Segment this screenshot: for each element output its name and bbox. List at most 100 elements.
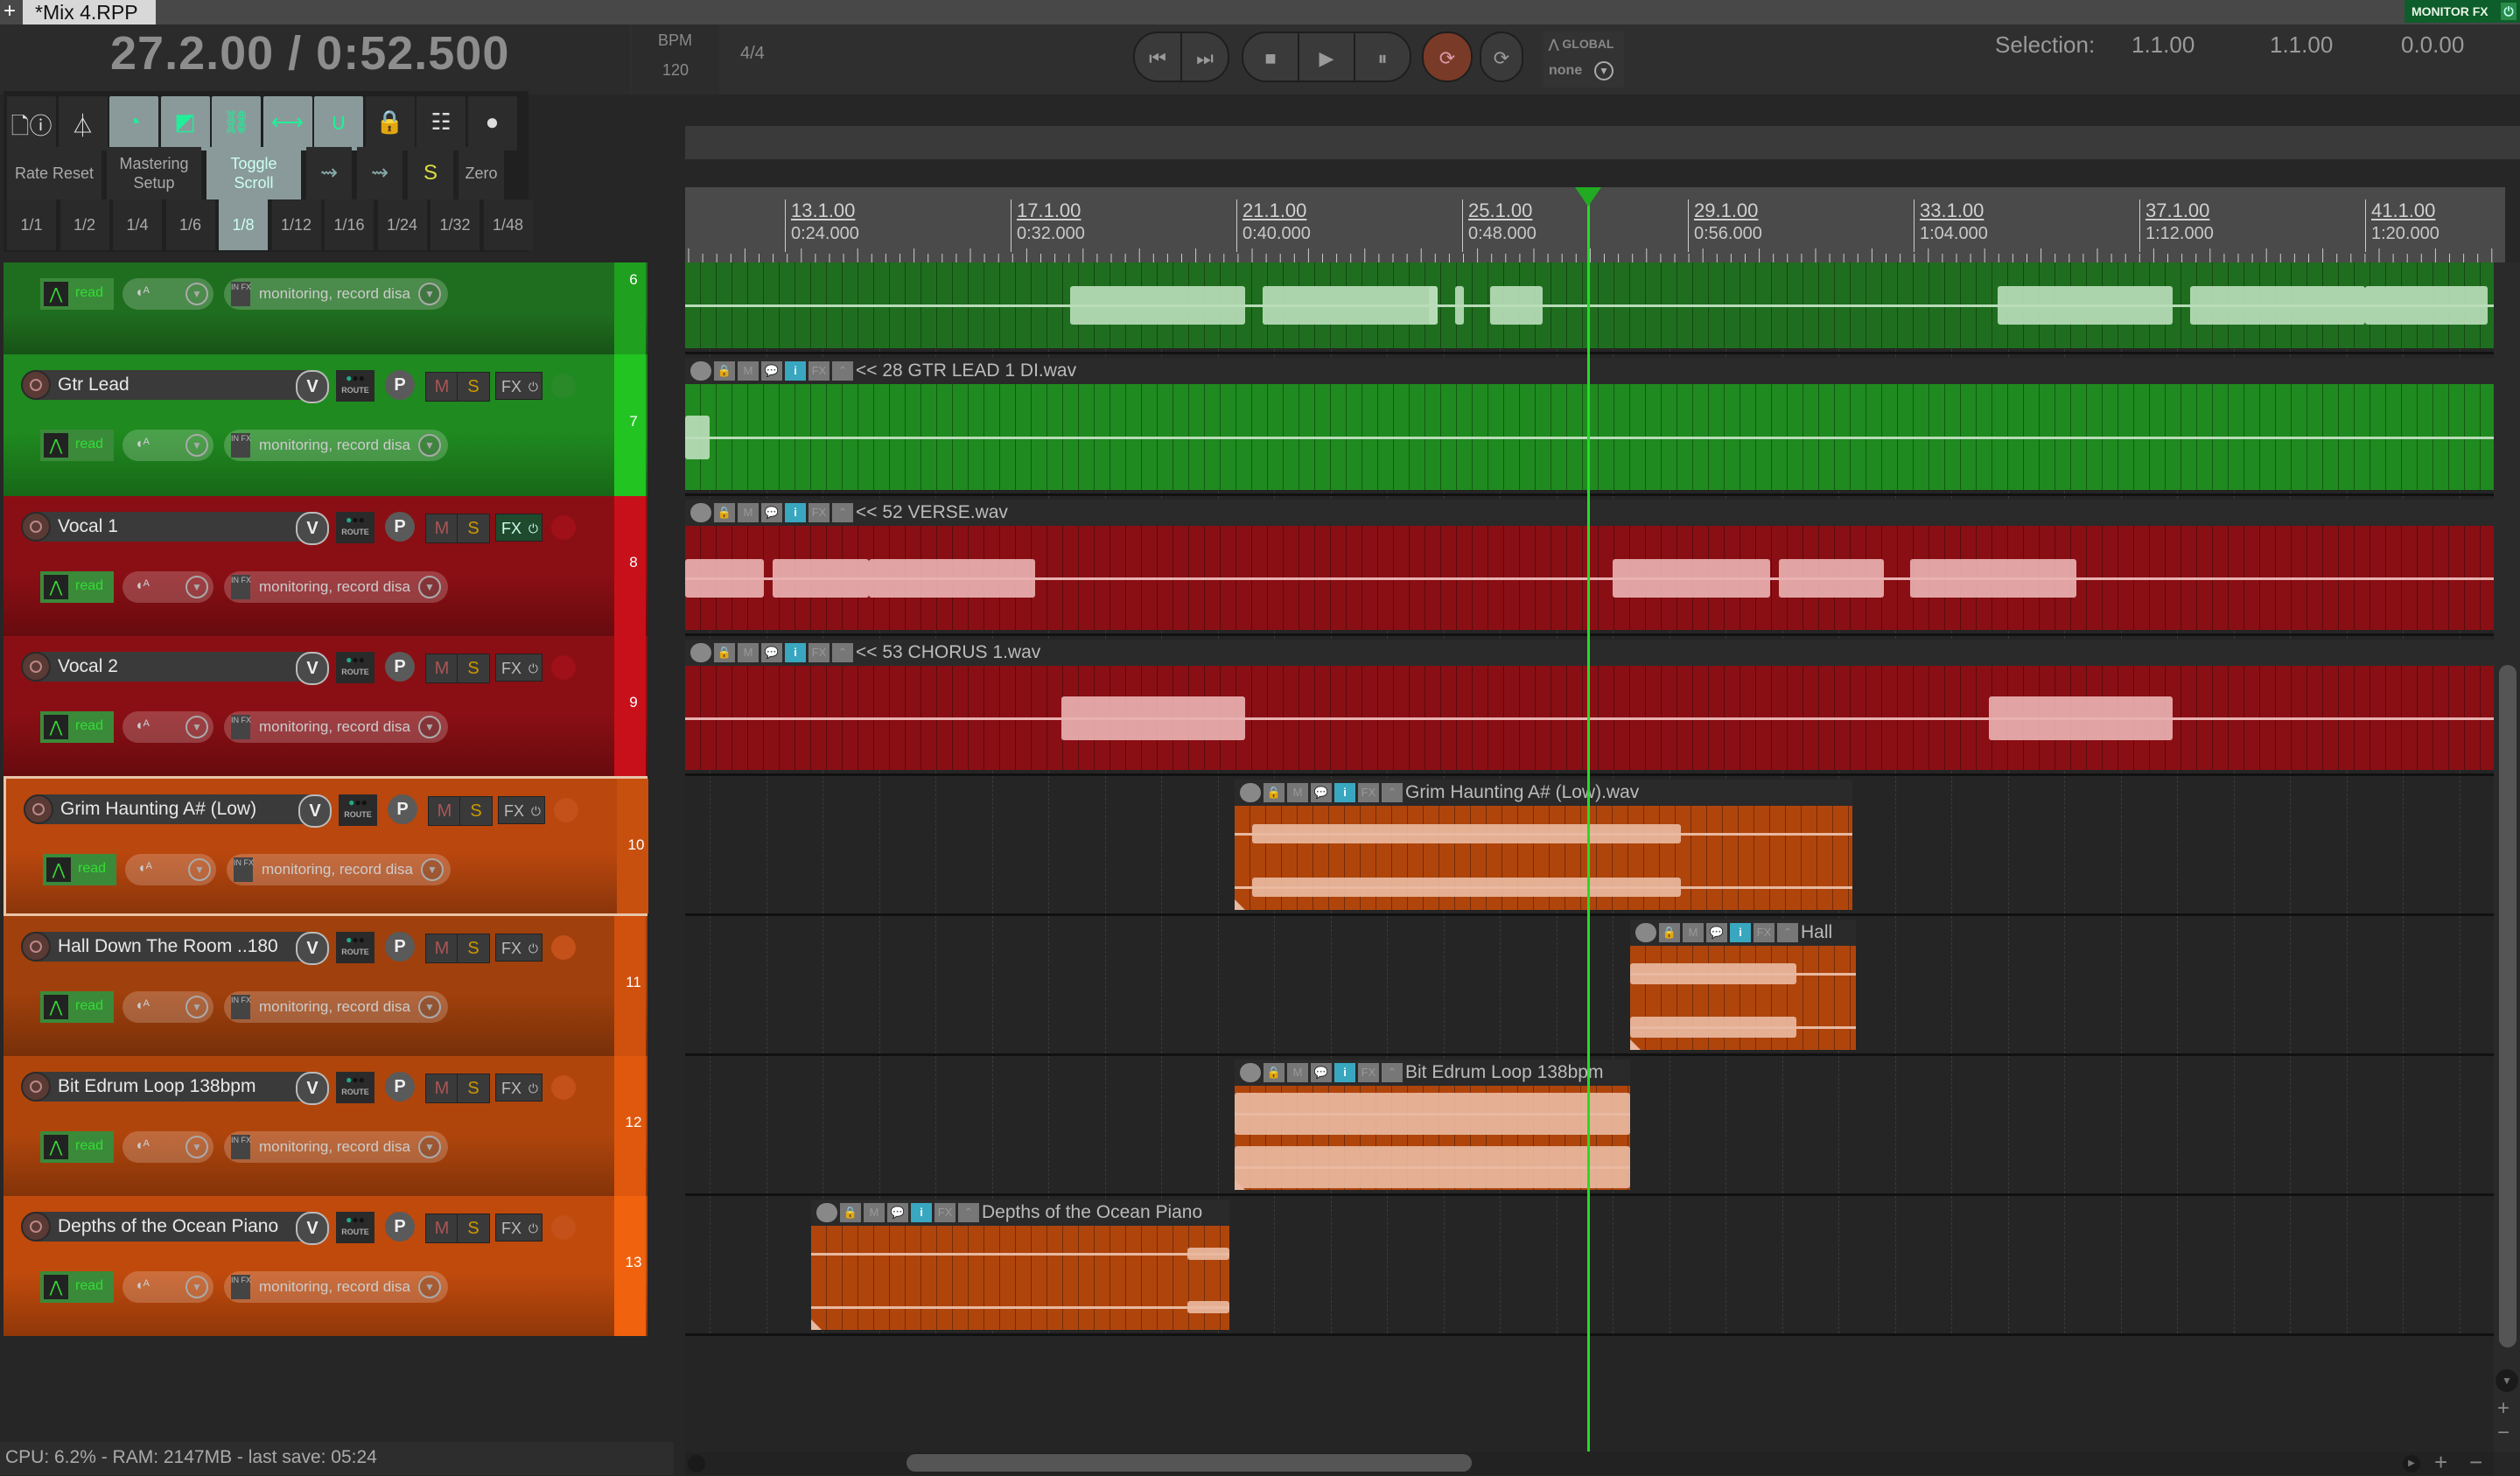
- fx-icon[interactable]: FX: [808, 503, 830, 522]
- route-button[interactable]: ●●● ROUTE: [336, 652, 374, 683]
- record-arm-button[interactable]: [24, 794, 53, 824]
- time-signature[interactable]: 4/4: [740, 44, 765, 64]
- media-item[interactable]: 🔒 M 💬 i FX ⌃ Depths of the Ocean Piano: [811, 1200, 1229, 1330]
- toolbar-button-lock-settings[interactable]: 🔒: [365, 96, 415, 150]
- track-name-field[interactable]: Depths of the Ocean Piano: [21, 1212, 327, 1242]
- item-select-icon[interactable]: [690, 503, 711, 522]
- automation-mode-button[interactable]: ⋀ read: [40, 1271, 114, 1303]
- toolbar-button-envelope-follow[interactable]: ⇝: [306, 147, 352, 199]
- volume-knob[interactable]: V: [296, 1072, 329, 1105]
- info-icon[interactable]: i: [1334, 1063, 1355, 1082]
- lock-icon[interactable]: 🔒: [714, 361, 735, 381]
- notes-icon[interactable]: 💬: [1706, 923, 1727, 942]
- volume-knob[interactable]: V: [296, 370, 329, 403]
- envelope-icon[interactable]: ⌃: [832, 503, 853, 522]
- track-7[interactable]: 7 Gtr Lead V ●●● ROUTE P M S FX ⏻ ⋀ read ◖ᴬ ▼ IN FX mon…: [4, 354, 648, 496]
- route-button[interactable]: ●●● ROUTE: [339, 794, 377, 826]
- item-select-icon[interactable]: [816, 1203, 837, 1222]
- zoom-out-horizontal-icon[interactable]: −: [2469, 1449, 2482, 1476]
- chevron-down-icon[interactable]: ▼: [421, 858, 444, 881]
- input-selector[interactable]: IN FX monitoring, record disa ▼: [224, 571, 448, 603]
- input-fx-button[interactable]: IN FX: [231, 995, 251, 1019]
- notes-icon[interactable]: 💬: [761, 643, 782, 662]
- item-waveform[interactable]: [1235, 1086, 1630, 1190]
- track-name-field[interactable]: Vocal 1: [21, 512, 327, 542]
- info-icon[interactable]: i: [785, 503, 806, 522]
- input-fx-button[interactable]: IN FX: [234, 857, 254, 882]
- pan-mode-selector[interactable]: ◖ᴬ ▼: [122, 1271, 214, 1303]
- input-fx-button[interactable]: IN FX: [231, 575, 251, 599]
- power-icon[interactable]: ⏻: [2501, 3, 2516, 20]
- input-selector[interactable]: IN FX monitoring, record disa ▼: [224, 278, 448, 310]
- record-monitor-button[interactable]: [551, 515, 576, 540]
- chevron-down-icon[interactable]: ▼: [186, 283, 208, 305]
- pause-button[interactable]: ⏸: [1354, 31, 1411, 82]
- fx-power-icon[interactable]: ⏻: [528, 934, 538, 962]
- fx-icon[interactable]: FX: [934, 1203, 956, 1222]
- automation-mode-button[interactable]: ⋀ read: [40, 571, 114, 603]
- automation-mode-button[interactable]: ⋀ read: [40, 711, 114, 743]
- bpm-value[interactable]: 120: [662, 61, 689, 80]
- item-waveform[interactable]: [1235, 806, 1852, 910]
- item-header[interactable]: 🔒 M 💬 i FX ⌃ Bit Edrum Loop 138bpm: [1235, 1060, 1630, 1086]
- record-monitor-button[interactable]: [551, 1075, 576, 1100]
- chevron-down-icon[interactable]: ▼: [418, 1276, 441, 1298]
- zoom-in-horizontal-icon[interactable]: +: [2434, 1449, 2447, 1476]
- lock-icon[interactable]: 🔒: [1659, 923, 1680, 942]
- envelope-icon[interactable]: ⌃: [1382, 783, 1403, 802]
- record-arm-button[interactable]: [21, 370, 51, 400]
- pan-knob[interactable]: P: [385, 652, 415, 682]
- pan-mode-selector[interactable]: ◖ᴬ ▼: [122, 991, 214, 1023]
- fx-button[interactable]: FX ⏻: [498, 796, 545, 824]
- toolbar-button-metronome[interactable]: ⏃: [58, 96, 108, 150]
- route-button[interactable]: ●●● ROUTE: [336, 512, 374, 543]
- grid-division-button[interactable]: 1/1: [7, 199, 56, 250]
- track-9[interactable]: 9 Vocal 2 V ●●● ROUTE P M S FX ⏻ ⋀ read ◖ᴬ ▼ IN FX moni…: [4, 636, 648, 776]
- go-to-start-button[interactable]: ⏮: [1133, 31, 1182, 82]
- envelope-icon[interactable]: ⌃: [832, 361, 853, 381]
- chevron-down-icon[interactable]: ▼: [418, 1136, 441, 1158]
- route-button[interactable]: ●●● ROUTE: [336, 1072, 374, 1103]
- record-monitor-button[interactable]: [551, 655, 576, 680]
- notes-icon[interactable]: 💬: [761, 361, 782, 381]
- item-header[interactable]: 🔒 M 💬 i FX ⌃ Hall: [1630, 920, 1856, 946]
- lock-icon[interactable]: 🔒: [714, 643, 735, 662]
- grid-division-button[interactable]: 1/48: [483, 199, 533, 250]
- chevron-down-icon[interactable]: ▼: [186, 576, 208, 598]
- grid-division-button[interactable]: 1/4: [113, 199, 162, 250]
- envelope-icon[interactable]: ⌃: [1382, 1063, 1403, 1082]
- envelope-icon[interactable]: ⌃: [958, 1203, 979, 1222]
- record-monitor-button[interactable]: [554, 798, 578, 822]
- chevron-down-icon[interactable]: ▼: [188, 858, 211, 881]
- record-monitor-button[interactable]: [551, 935, 576, 960]
- chevron-down-icon[interactable]: ▼: [186, 434, 208, 457]
- item-header[interactable]: 🔒 M 💬 i FX ⌃ Depths of the Ocean Piano: [811, 1200, 1229, 1226]
- media-item[interactable]: 🔒 M 💬 i FX ⌃ Grim Haunting A# (Low).wav: [1235, 780, 1852, 910]
- item-select-icon[interactable]: [690, 643, 711, 662]
- track-name-field[interactable]: Vocal 2: [21, 652, 327, 682]
- mute-button[interactable]: M: [428, 796, 461, 826]
- new-tab-button[interactable]: +: [0, 0, 19, 24]
- fade-handle-icon[interactable]: [1235, 899, 1245, 910]
- record-button[interactable]: ⟳: [1422, 31, 1473, 82]
- vertical-scroll-thumb[interactable]: [2499, 665, 2516, 1347]
- chevron-down-icon[interactable]: ▼: [418, 716, 441, 738]
- item-header[interactable]: 🔒 M 💬 i FX ⌃ Grim Haunting A# (Low).wav: [1235, 780, 1852, 806]
- envelope-icon[interactable]: ⌃: [1777, 923, 1798, 942]
- pan-knob[interactable]: P: [385, 1212, 415, 1242]
- solo-button[interactable]: S: [457, 1074, 490, 1103]
- track-name-field[interactable]: Grim Haunting A# (Low): [24, 794, 330, 824]
- mute-button[interactable]: M: [425, 934, 458, 963]
- mute-icon[interactable]: M: [1683, 923, 1704, 942]
- chevron-down-icon[interactable]: ▼: [418, 996, 441, 1018]
- input-selector[interactable]: IN FX monitoring, record disa ▼: [224, 430, 448, 461]
- track-name-field[interactable]: Gtr Lead: [21, 370, 327, 400]
- monitor-fx-button[interactable]: MONITOR FX ⏻: [2404, 0, 2520, 23]
- record-arm-button[interactable]: [21, 1072, 51, 1102]
- pan-knob[interactable]: P: [385, 370, 415, 400]
- toolbar-button-auto-record[interactable]: ◔: [109, 96, 158, 150]
- fx-icon[interactable]: FX: [1358, 783, 1379, 802]
- pan-mode-selector[interactable]: ◖ᴬ ▼: [122, 430, 214, 461]
- mute-button[interactable]: M: [425, 1214, 458, 1243]
- item-select-icon[interactable]: [1240, 783, 1261, 802]
